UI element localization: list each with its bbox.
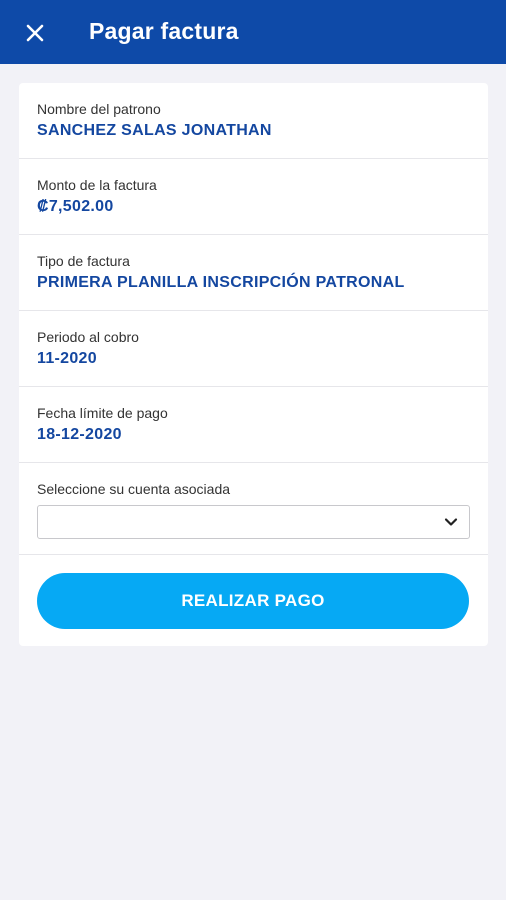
due-date-value: 18-12-2020: [37, 426, 122, 443]
page-title: Pagar factura: [89, 18, 239, 44]
due-date-label: Fecha límite de pago: [37, 405, 168, 421]
close-button[interactable]: [18, 16, 52, 50]
top-app-bar: Pagar factura: [0, 0, 506, 64]
period-row: Periodo al cobro 11-2020: [19, 311, 488, 387]
chevron-down-icon: [444, 518, 458, 526]
employer-label: Nombre del patrono: [37, 101, 161, 117]
period-label: Periodo al cobro: [37, 329, 139, 345]
pay-button[interactable]: REALIZAR PAGO: [37, 573, 469, 629]
employer-value: SANCHEZ SALAS JONATHAN: [37, 122, 272, 139]
account-select[interactable]: [37, 505, 470, 539]
close-icon: [26, 24, 44, 42]
invoice-card: Nombre del patrono SANCHEZ SALAS JONATHA…: [19, 83, 488, 646]
employer-row: Nombre del patrono SANCHEZ SALAS JONATHA…: [19, 83, 488, 159]
period-value: 11-2020: [37, 350, 97, 367]
invoice-type-value: PRIMERA PLANILLA INSCRIPCIÓN PATRONAL: [37, 274, 405, 291]
amount-value: ₡7,502.00: [37, 198, 114, 215]
amount-row: Monto de la factura ₡7,502.00: [19, 159, 488, 235]
invoice-type-label: Tipo de factura: [37, 253, 130, 269]
invoice-type-row: Tipo de factura PRIMERA PLANILLA INSCRIP…: [19, 235, 488, 311]
account-label: Seleccione su cuenta asociada: [37, 481, 231, 497]
amount-label: Monto de la factura: [37, 177, 157, 193]
due-date-row: Fecha límite de pago 18-12-2020: [19, 387, 488, 463]
